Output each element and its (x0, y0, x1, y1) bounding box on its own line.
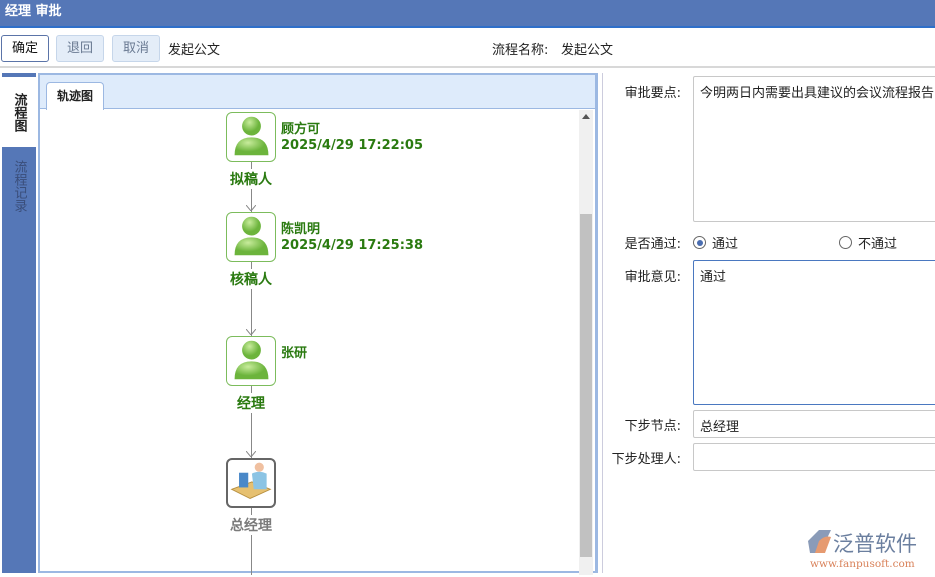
flow-panel: 轨迹图 拟稿人 顾方可 2025/4/29 17:22:05 核稿人 陈凯明 2025/4… (38, 73, 598, 575)
flow-name-value: 发起公文 (561, 43, 614, 58)
pass-label: 是否通过: (624, 237, 681, 252)
flow-node-name: 张研 (281, 346, 308, 361)
radio-fail[interactable]: 不通过 (839, 233, 897, 252)
arrow-down-icon (246, 451, 256, 457)
radio-fail-label: 不通过 (858, 237, 898, 252)
flow-node-icon[interactable] (226, 336, 276, 386)
toolbar: 确定 退回 取消 发起公文 流程名称: 发起公文 (0, 30, 935, 68)
next-handler-label: 下步处理人: (611, 452, 681, 467)
key-points-textarea[interactable]: 今明两日内需要出具建议的会议流程报告 (693, 76, 935, 222)
flow-node-info: 陈凯明 2025/4/29 17:25:38 (281, 222, 423, 254)
flow-node-role: 总经理 (211, 515, 291, 535)
svg-text:泛普软件: 泛普软件 (833, 532, 917, 556)
return-button[interactable]: 退回 (56, 35, 105, 62)
flow-node-time: 2025/4/29 17:25:38 (281, 238, 424, 253)
user-icon (228, 112, 275, 163)
user-icon (228, 336, 275, 387)
manager-desk-icon (228, 458, 274, 508)
approval-form: 审批要点: 今明两日内需要出具建议的会议流程报告 是否通过: 通过 不通过 审批… (602, 73, 935, 573)
flow-title: 发起公文 (168, 43, 221, 58)
flow-name-label: 流程名称: (492, 43, 549, 58)
key-points-label: 审批要点: (624, 86, 681, 101)
arrow-down-icon (246, 205, 256, 211)
radio-pass-label: 通过 (712, 237, 739, 252)
window-title: 经理 审批 (0, 0, 935, 28)
side-tabs: 流程图 流程记录 (2, 73, 36, 573)
svg-text:www.fanpusoft.com: www.fanpusoft.com (810, 558, 915, 570)
flow-node-info: 顾方可 2025/4/29 17:22:05 (281, 122, 423, 154)
opinion-textarea[interactable]: 通过 (693, 260, 935, 405)
vertical-scrollbar[interactable] (579, 110, 593, 575)
fanpu-logo: 泛普软件 www.fanpusoft.com (805, 527, 935, 573)
next-node-field[interactable]: 总经理 (693, 410, 935, 438)
flow-node-info: 张研 (281, 346, 307, 362)
flow-node-role: 核稿人 (211, 269, 291, 289)
cancel-button[interactable]: 取消 (112, 35, 161, 62)
tab-flow-record[interactable]: 流程记录 (2, 151, 36, 221)
radio-pass[interactable]: 通过 (693, 233, 738, 252)
tab-flow-chart[interactable]: 流程图 (2, 77, 36, 147)
flow-node-time: 2025/4/29 17:22:05 (281, 138, 424, 153)
arrow-down-icon (246, 329, 256, 335)
flow-node-icon[interactable] (226, 458, 276, 508)
opinion-label: 审批意见: (624, 270, 681, 285)
next-handler-field[interactable] (693, 443, 935, 471)
flow-node-icon[interactable] (226, 212, 276, 262)
panel-tabstrip: 轨迹图 (40, 75, 595, 110)
flow-node-name: 陈凯明 (281, 222, 321, 237)
scrollbar-thumb[interactable] (580, 214, 592, 557)
confirm-button[interactable]: 确定 (1, 35, 50, 62)
flow-node-name: 顾方可 (281, 122, 321, 137)
tab-track-chart[interactable]: 轨迹图 (46, 82, 104, 110)
scroll-up-icon[interactable] (582, 114, 590, 119)
flow-node-role: 拟稿人 (211, 169, 291, 189)
flow-node-role: 经理 (211, 393, 291, 413)
radio-checked-icon (693, 236, 706, 249)
radio-unchecked-icon (839, 236, 852, 249)
user-icon (228, 212, 275, 263)
next-node-label: 下步节点: (624, 419, 681, 434)
flow-canvas: 拟稿人 顾方可 2025/4/29 17:22:05 核稿人 陈凯明 2025/4/29 … (40, 110, 580, 575)
flow-node-icon[interactable] (226, 112, 276, 162)
